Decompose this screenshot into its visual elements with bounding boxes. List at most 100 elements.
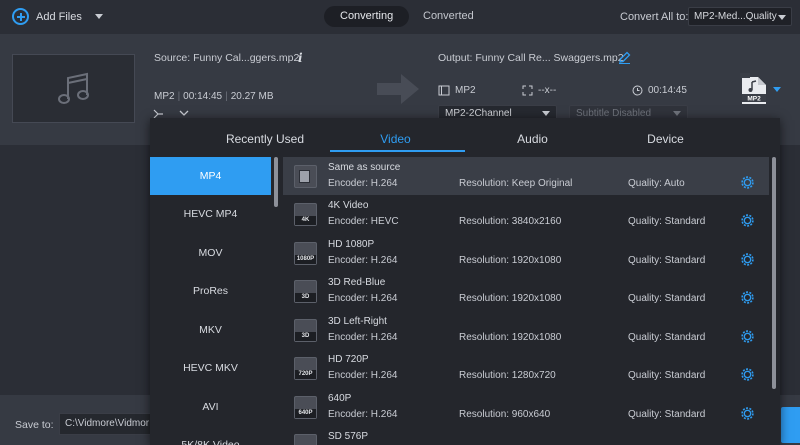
preset-row[interactable]: 640P 640P Encoder: H.264 Resolution: 960… (283, 388, 769, 426)
preset-encoder: Encoder: H.264 (328, 370, 398, 381)
preset-scrollbar[interactable] (772, 157, 776, 389)
source-filename: Source: Funny Cal...ggers.mp2 (154, 52, 300, 64)
preset-resolution: Resolution: 1280x720 (459, 370, 556, 381)
preset-encoder: Encoder: H.264 (328, 409, 398, 420)
chevron-down-icon[interactable] (94, 14, 103, 19)
preset-row[interactable]: 720P HD 720P Encoder: H.264 Resolution: … (283, 349, 769, 387)
category-hevc-mkv[interactable]: HEVC MKV (150, 349, 271, 387)
tab-device[interactable]: Device (593, 118, 738, 152)
same-as-source-icon (294, 165, 317, 188)
separator: | (225, 91, 228, 102)
preset-row[interactable]: 3D 3D Red-Blue Encoder: H.264 Resolution… (283, 272, 769, 310)
output-resolution-label: --x-- (538, 85, 557, 96)
edit-pencil-icon[interactable] (618, 51, 631, 64)
preset-encoder: Encoder: H.264 (328, 255, 398, 266)
preset-icon-tag: 3D (295, 332, 316, 341)
preset-name: HD 720P (328, 354, 369, 365)
format-chevron-down-icon[interactable] (773, 87, 781, 92)
preset-name: Same as source (328, 162, 401, 173)
add-files-button[interactable]: Add Files (12, 8, 103, 25)
preset-row[interactable]: Same as source Encoder: H.264 Resolution… (283, 157, 769, 195)
category-mkv[interactable]: MKV (150, 311, 271, 349)
source-size: 20.27 MB (230, 91, 274, 102)
music-note-icon (57, 72, 89, 104)
convert-arrow-icon (377, 74, 419, 104)
convert-all-select[interactable]: MP2-Med...Quality (688, 7, 792, 26)
preset-quality: Quality: Standard (628, 332, 706, 343)
gear-icon[interactable] (741, 330, 754, 343)
source-format: MP2 (154, 91, 175, 102)
video-format-icon: 640P (294, 396, 317, 419)
preset-icon-tag: 4K (295, 216, 316, 225)
preset-quality: Quality: Standard (628, 293, 706, 304)
tab-audio[interactable]: Audio (460, 118, 605, 152)
video-format-icon: 1080P (294, 242, 317, 265)
gear-icon[interactable] (741, 291, 754, 304)
preset-icon-tag: 1080P (295, 255, 316, 264)
gear-icon[interactable] (741, 253, 754, 266)
preset-resolution: Resolution: 3840x2160 (459, 216, 562, 227)
gear-icon[interactable] (741, 407, 754, 420)
preset-name: SD 576P (328, 431, 369, 442)
format-badge-text: MP2 (747, 96, 761, 103)
preset-icon-tag: 3D (295, 293, 316, 302)
preset-row[interactable]: 3D 3D Left-Right Encoder: H.264 Resoluti… (283, 311, 769, 349)
preset-row[interactable]: 4K 4K Video Encoder: HEVC Resolution: 38… (283, 195, 769, 233)
preset-icon-tag: 720P (295, 370, 316, 379)
output-format: MP2 (438, 85, 476, 96)
output-format-file-icon[interactable]: MP2 (740, 73, 768, 105)
preset-resolution: Resolution: Keep Original (459, 178, 573, 189)
preset-encoder: Encoder: HEVC (328, 216, 399, 227)
preset-list: Same as source Encoder: H.264 Resolution… (283, 157, 769, 445)
category-avi[interactable]: AVI (150, 388, 271, 426)
preset-quality: Quality: Standard (628, 216, 706, 227)
info-icon[interactable]: i (298, 51, 303, 65)
preset-encoder: Encoder: H.264 (328, 178, 398, 189)
gear-icon[interactable] (741, 176, 754, 189)
category-prores[interactable]: ProRes (150, 272, 271, 310)
tab-video[interactable]: Video (323, 118, 468, 152)
source-meta: MP2 | 00:14:45 | 20.27 MB (154, 91, 274, 102)
output-resolution: --x-- (522, 85, 556, 96)
preset-resolution: Resolution: 960x640 (459, 409, 551, 420)
save-to-label: Save to: (15, 419, 54, 431)
source-duration: 00:14:45 (183, 91, 223, 102)
save-path-field[interactable]: C:\Vidmore\Vidmor (59, 413, 159, 435)
preset-resolution: Resolution: 1920x1080 (459, 332, 562, 343)
category-hevc-mp4[interactable]: HEVC MP4 (150, 195, 271, 233)
video-format-icon (294, 434, 317, 445)
output-format-label: MP2 (455, 85, 476, 96)
video-format-icon: 4K (294, 203, 317, 226)
tab-converting[interactable]: Converting (324, 6, 410, 27)
preset-resolution: Resolution: 1920x1080 (459, 255, 562, 266)
preset-row[interactable]: 1080P HD 1080P Encoder: H.264 Resolution… (283, 234, 769, 272)
category-mov[interactable]: MOV (150, 234, 271, 272)
preset-name: 3D Red-Blue (328, 277, 386, 288)
preset-name: 4K Video (328, 200, 369, 211)
preset-name: HD 1080P (328, 239, 375, 250)
category-5k-8k-video[interactable]: 5K/8K Video (150, 426, 271, 445)
gear-icon[interactable] (741, 214, 754, 227)
3d-cube-icon: 3D (294, 319, 317, 342)
convert-all-button[interactable] (781, 407, 800, 443)
tab-recently-used[interactable]: Recently Used (185, 118, 345, 152)
format-category-list: MP4 HEVC MP4 MOV ProRes MKV HEVC MKV AVI… (150, 157, 271, 445)
output-duration: 00:14:45 (632, 85, 687, 96)
preset-quality: Quality: Standard (628, 255, 706, 266)
video-format-icon: 720P (294, 357, 317, 380)
preset-encoder: Encoder: H.264 (328, 332, 398, 343)
video-thumbnail[interactable] (12, 54, 135, 123)
3d-cube-icon: 3D (294, 280, 317, 303)
preset-icon-tag: 640P (295, 409, 316, 418)
film-icon (438, 85, 450, 96)
preset-row[interactable]: SD 576P (283, 426, 769, 445)
add-circle-icon (12, 8, 29, 25)
category-mp4[interactable]: MP4 (150, 157, 271, 195)
output-filename: Output: Funny Call Re... Swaggers.mp2 (438, 52, 624, 64)
gear-icon[interactable] (741, 368, 754, 381)
tab-converted[interactable]: Converted (407, 6, 490, 27)
convert-all-label: Convert All to: (620, 11, 689, 23)
preset-encoder: Encoder: H.264 (328, 293, 398, 304)
category-scrollbar[interactable] (274, 157, 278, 207)
clock-icon (632, 85, 643, 96)
